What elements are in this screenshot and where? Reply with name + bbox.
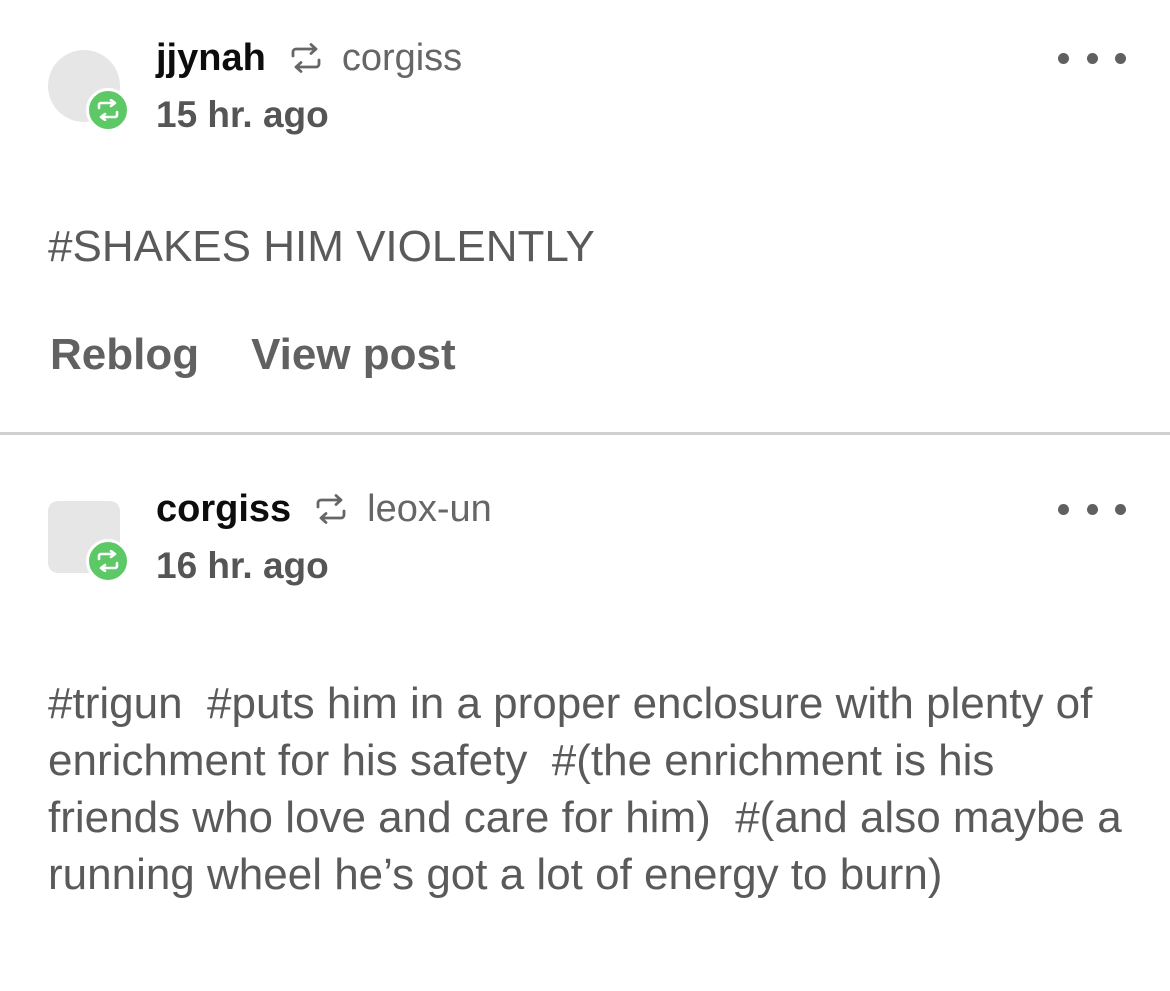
reblog-badge-icon xyxy=(86,539,130,583)
post-card: corgiss leox-un 16 hr. ago #trigun #puts… xyxy=(0,435,1170,991)
reblog-source-link[interactable]: leox-un xyxy=(367,488,492,531)
post-actions: Reblog View post xyxy=(50,330,456,380)
reblog-icon xyxy=(313,494,349,524)
post-card: jjynah corgiss 15 hr. ago #SHAKES HIM VI… xyxy=(0,0,1170,432)
post-header: corgiss leox-un xyxy=(156,487,492,531)
reblog-source-link[interactable]: corgiss xyxy=(342,37,462,80)
reblog-badge-icon xyxy=(86,88,130,132)
more-options-icon[interactable] xyxy=(1058,46,1126,70)
dot xyxy=(1086,503,1098,515)
post-timestamp[interactable]: 15 hr. ago xyxy=(156,94,329,136)
dot xyxy=(1115,503,1126,515)
post-timestamp[interactable]: 16 hr. ago xyxy=(156,545,329,587)
username-link[interactable]: jjynah xyxy=(156,37,266,80)
dot xyxy=(1058,52,1069,64)
dot xyxy=(1086,52,1098,64)
reblog-icon xyxy=(288,43,324,73)
more-options-icon[interactable] xyxy=(1058,497,1126,521)
view-post-button[interactable]: View post xyxy=(251,330,456,380)
post-tags: #trigun #puts him in a proper enclosure … xyxy=(48,675,1128,903)
dot xyxy=(1058,503,1069,515)
username-link[interactable]: corgiss xyxy=(156,488,291,531)
post-tags[interactable]: #SHAKES HIM VIOLENTLY xyxy=(48,222,595,272)
post-header: jjynah corgiss xyxy=(156,36,462,80)
tag-link[interactable]: #trigun xyxy=(48,679,183,728)
dot xyxy=(1115,52,1126,64)
reblog-button[interactable]: Reblog xyxy=(50,330,199,380)
